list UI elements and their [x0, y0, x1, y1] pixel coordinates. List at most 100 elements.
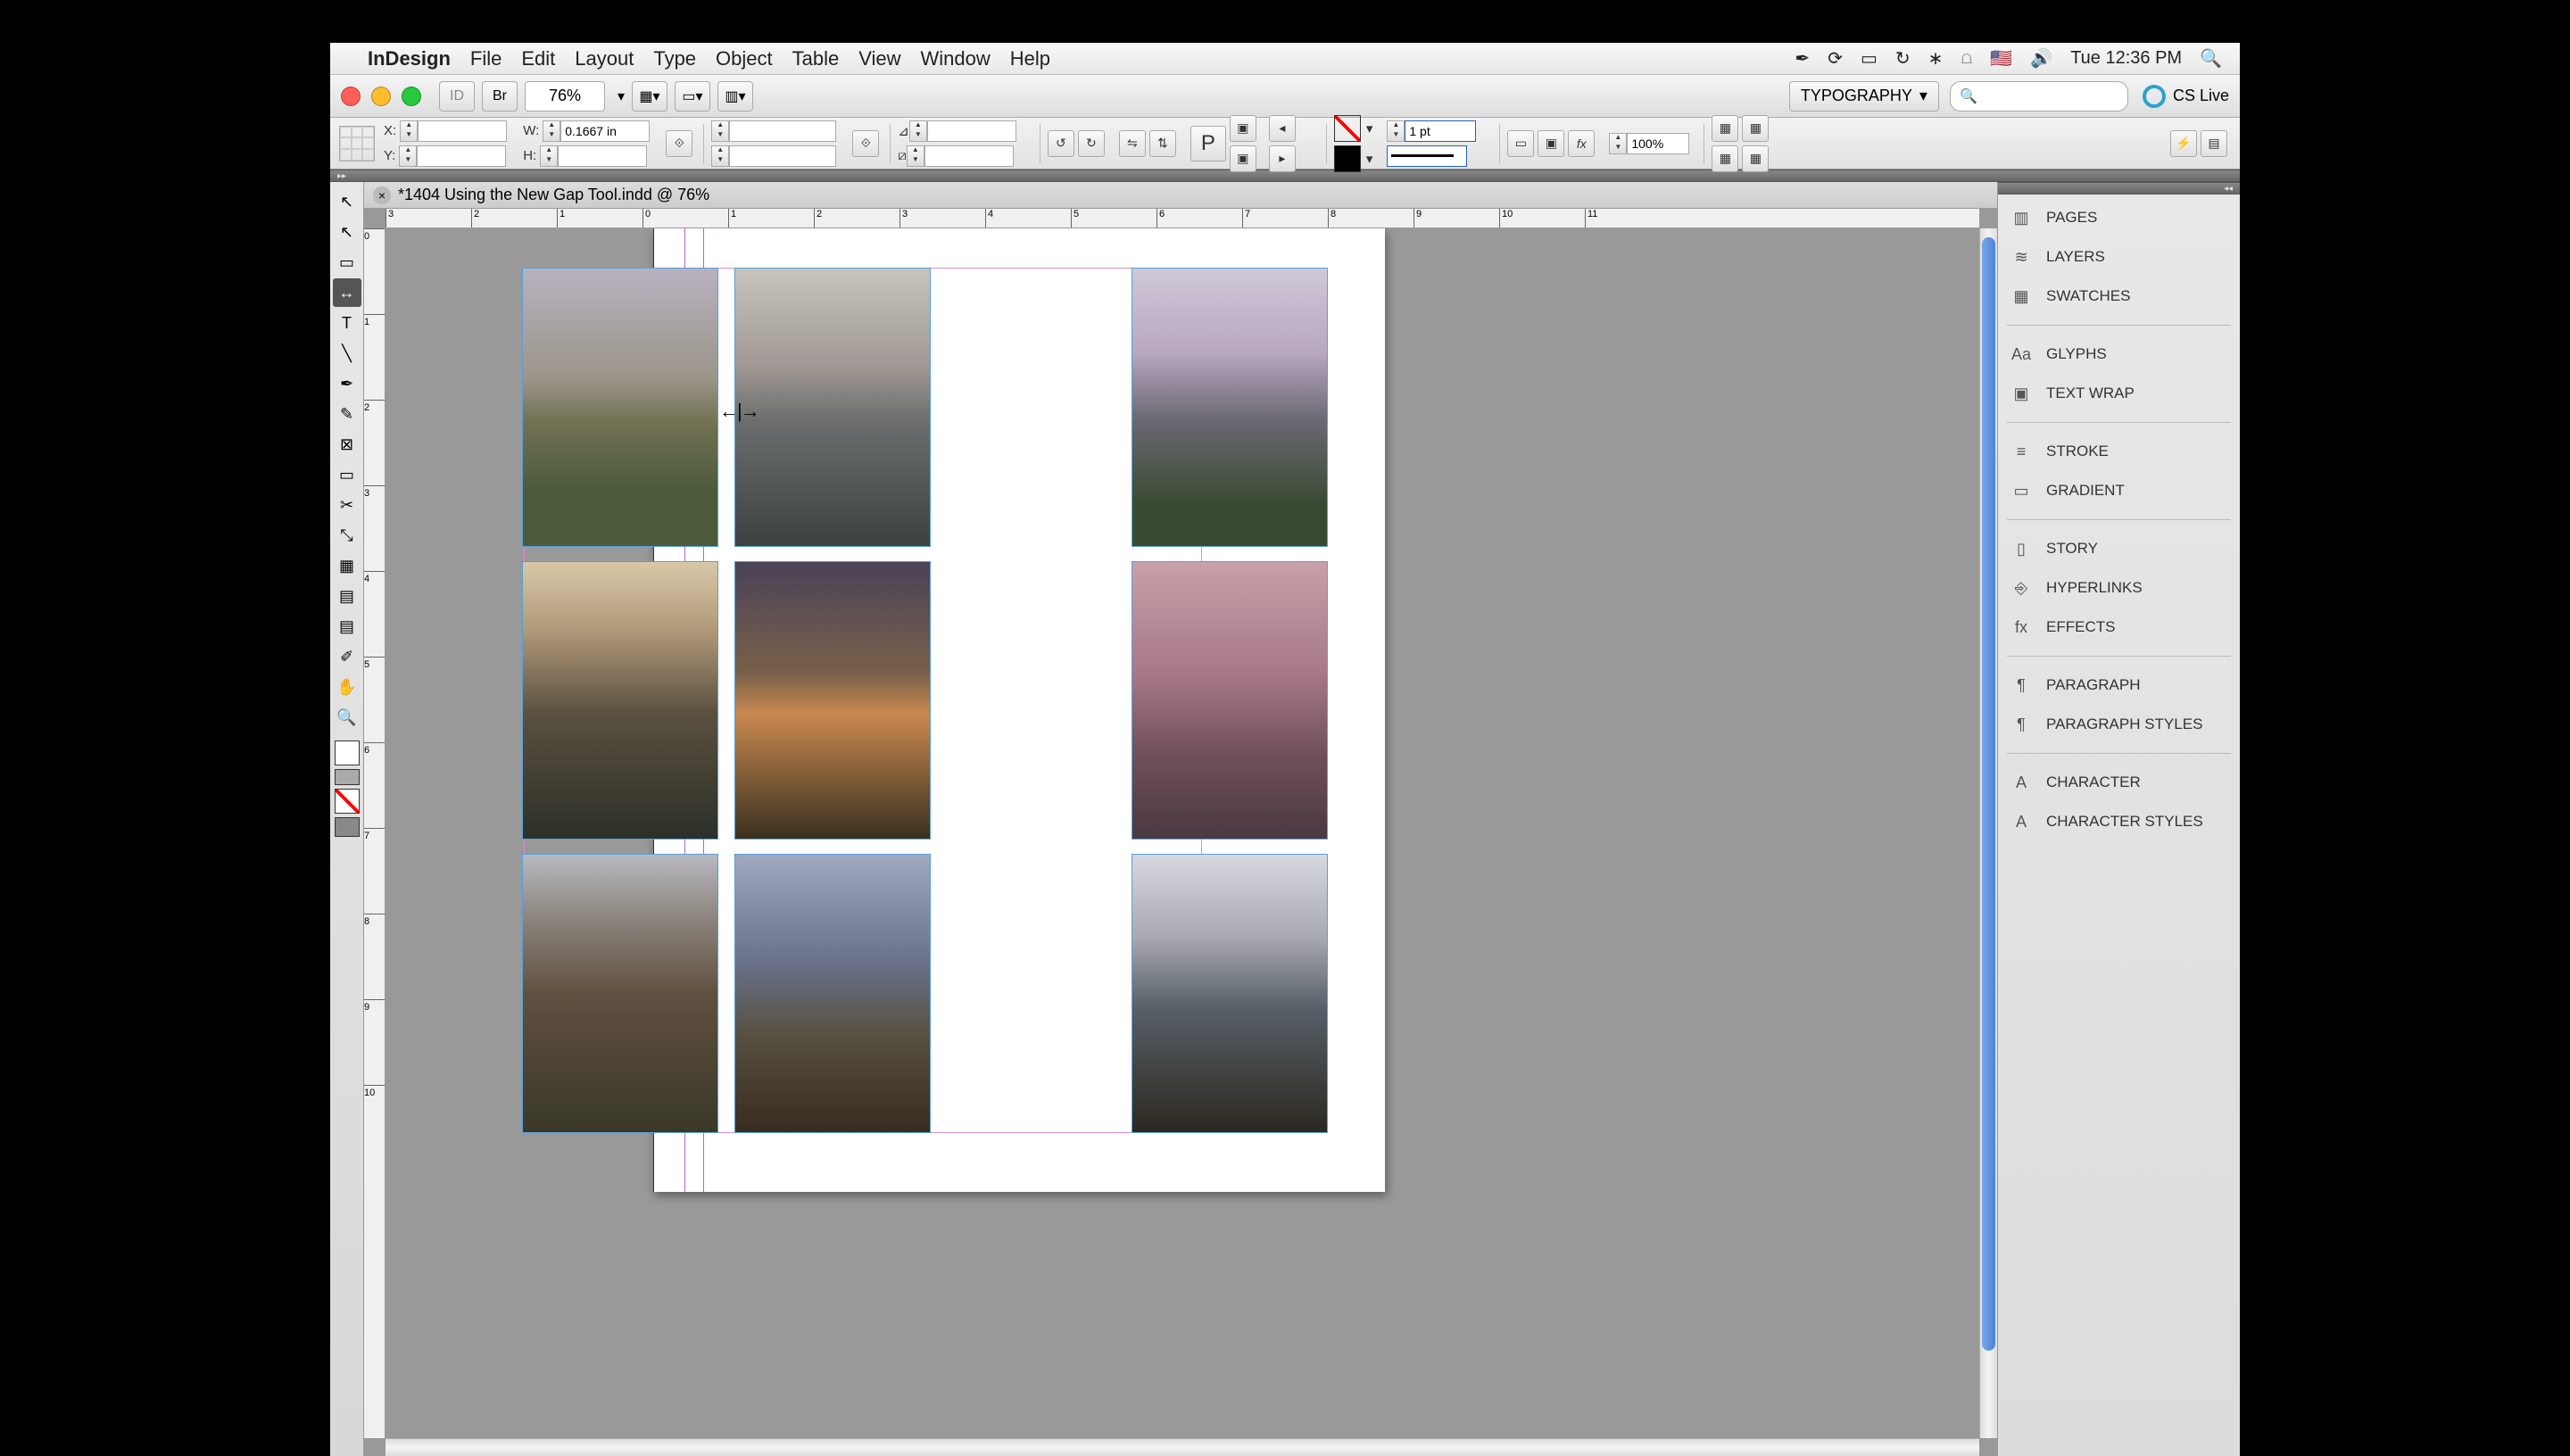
spotlight-icon[interactable]: 🔍: [2200, 47, 2222, 70]
zoom-tool[interactable]: 🔍: [333, 703, 361, 732]
text-wrap-none-icon[interactable]: ▦: [1712, 115, 1738, 142]
document-tab[interactable]: × *1404 Using the New Gap Tool.indd @ 76…: [364, 182, 1997, 209]
panel-character[interactable]: ACHARACTER: [1998, 763, 2240, 802]
menu-window[interactable]: Window: [921, 47, 991, 70]
ink-icon[interactable]: ✒: [1795, 47, 1810, 70]
scissors-tool[interactable]: ✂: [333, 491, 361, 519]
dock-expand-bar-right[interactable]: ◂◂: [1998, 182, 2240, 194]
volume-icon[interactable]: 🔊: [2030, 47, 2052, 70]
panel-swatches[interactable]: ▦SWATCHES: [1998, 277, 2240, 316]
menu-table[interactable]: Table: [792, 47, 840, 70]
image-frame-2-3[interactable]: [1132, 561, 1328, 840]
panel-story[interactable]: ▯STORY: [1998, 529, 2240, 568]
reference-point-proxy[interactable]: [339, 126, 375, 161]
rotate-stepper[interactable]: ▲▼: [909, 120, 927, 142]
select-content-icon[interactable]: ▣: [1230, 145, 1256, 172]
w-field[interactable]: [560, 120, 650, 142]
workspace-switcher[interactable]: TYPOGRAPHY ▾: [1789, 81, 1939, 112]
gradient-swatch-tool[interactable]: ▦: [333, 551, 361, 580]
vertical-scrollbar[interactable]: [1979, 228, 1997, 1438]
fill-dropdown-caret[interactable]: ▾: [1366, 120, 1373, 136]
panel-stroke[interactable]: ≡STROKE: [1998, 432, 2240, 471]
app-name[interactable]: InDesign: [368, 47, 451, 70]
bluetooth-icon[interactable]: ∗: [1928, 47, 1944, 70]
window-minimize-button[interactable]: [371, 87, 391, 106]
image-frame-2-1[interactable]: [522, 561, 718, 840]
arrange-documents-button[interactable]: ▥▾: [717, 81, 753, 112]
pen-tool[interactable]: ✒: [333, 369, 361, 398]
fill-swatch[interactable]: [1334, 115, 1361, 142]
menu-view[interactable]: View: [858, 47, 900, 70]
quick-apply-icon[interactable]: ⚡: [2170, 130, 2197, 157]
constrain-proportions-icon[interactable]: ⟐: [666, 130, 692, 157]
view-mode-normal-icon[interactable]: [335, 817, 360, 837]
scale-y-stepper[interactable]: ▲▼: [711, 145, 729, 167]
image-frame-3-2[interactable]: [734, 854, 931, 1133]
panel-hyperlinks[interactable]: ⎆HYPERLINKS: [1998, 568, 2240, 608]
scale-y-field[interactable]: [729, 145, 836, 167]
menu-type[interactable]: Type: [653, 47, 696, 70]
wifi-icon[interactable]: ⩍: [1961, 48, 1972, 69]
type-tool[interactable]: T: [333, 309, 361, 337]
h-field[interactable]: [558, 145, 647, 167]
vertical-ruler[interactable]: 012345678910: [364, 228, 386, 1438]
display-icon[interactable]: ▭: [1861, 47, 1878, 70]
y-stepper[interactable]: ▲▼: [399, 145, 417, 167]
menu-help[interactable]: Help: [1010, 47, 1050, 70]
format-container-icon[interactable]: [335, 769, 360, 785]
gradient-feather-tool[interactable]: ▤: [333, 582, 361, 610]
stroke-weight-stepper[interactable]: ▲▼: [1387, 120, 1405, 142]
zoom-level[interactable]: 76%: [525, 81, 605, 112]
rotate-field[interactable]: [927, 120, 1016, 142]
direct-selection-tool[interactable]: ↖: [333, 218, 361, 246]
drop-shadow-icon[interactable]: ▣: [1538, 130, 1564, 157]
effects-target-icon[interactable]: ▭: [1507, 130, 1534, 157]
apply-none-swatch[interactable]: [335, 789, 360, 814]
bridge-button[interactable]: Br: [482, 81, 518, 112]
rotate-ccw-icon[interactable]: ↺: [1048, 130, 1074, 157]
scale-x-stepper[interactable]: ▲▼: [711, 120, 729, 142]
scrollbar-thumb[interactable]: [1982, 237, 1995, 1351]
flip-vertical-icon[interactable]: ⇅: [1149, 130, 1176, 157]
shear-field[interactable]: [924, 145, 1014, 167]
panel-paragraph-styles[interactable]: ¶PARAGRAPH STYLES: [1998, 705, 2240, 744]
panel-text-wrap[interactable]: ▣TEXT WRAP: [1998, 374, 2240, 413]
timemachine-icon[interactable]: ↻: [1895, 47, 1911, 70]
opacity-stepper[interactable]: ▲▼: [1609, 133, 1627, 154]
rectangle-tool[interactable]: ▭: [333, 460, 361, 489]
panel-effects[interactable]: fxEFFECTS: [1998, 608, 2240, 647]
select-next-icon[interactable]: ▸: [1269, 145, 1296, 172]
window-zoom-button[interactable]: [402, 87, 421, 106]
flag-icon[interactable]: 🇺🇸: [1990, 47, 2012, 70]
stroke-weight-field[interactable]: [1405, 120, 1476, 142]
page-tool[interactable]: ▭: [333, 248, 361, 277]
pencil-tool[interactable]: ✎: [333, 400, 361, 428]
panel-glyphs[interactable]: AaGLYPHS: [1998, 335, 2240, 374]
screen-mode-button[interactable]: ▭▾: [675, 81, 710, 112]
window-close-button[interactable]: [341, 87, 361, 106]
image-frame-1-1[interactable]: [522, 268, 718, 547]
panel-pages[interactable]: ▥PAGES: [1998, 198, 2240, 237]
horizontal-ruler[interactable]: 32101234567891011: [386, 209, 1979, 228]
panel-character-styles[interactable]: ACHARACTER STYLES: [1998, 802, 2240, 841]
panel-layers[interactable]: ≋LAYERS: [1998, 237, 2240, 277]
text-wrap-bounding-icon[interactable]: ▦: [1742, 115, 1769, 142]
constrain-scale-icon[interactable]: ⟐: [852, 130, 879, 157]
horizontal-scrollbar[interactable]: [386, 1438, 1979, 1456]
canvas[interactable]: ←|→: [386, 228, 1979, 1438]
line-tool[interactable]: ╲: [333, 339, 361, 368]
text-wrap-jump-icon[interactable]: ▦: [1742, 145, 1769, 172]
panel-gradient[interactable]: ▭GRADIENT: [1998, 471, 2240, 510]
menu-object[interactable]: Object: [716, 47, 773, 70]
clock[interactable]: Tue 12:36 PM: [2070, 48, 2182, 69]
sync-icon[interactable]: ⟳: [1828, 47, 1843, 70]
zoom-dropdown-caret[interactable]: ▾: [610, 81, 632, 112]
x-field[interactable]: [418, 120, 507, 142]
image-frame-3-1[interactable]: [522, 854, 718, 1133]
gap-tool[interactable]: ↔: [333, 278, 361, 307]
stroke-dropdown-caret[interactable]: ▾: [1366, 151, 1373, 167]
flip-horizontal-icon[interactable]: ⇋: [1119, 130, 1146, 157]
rotate-cw-icon[interactable]: ↻: [1078, 130, 1105, 157]
tab-close-icon[interactable]: ×: [373, 186, 391, 204]
w-stepper[interactable]: ▲▼: [543, 120, 560, 142]
